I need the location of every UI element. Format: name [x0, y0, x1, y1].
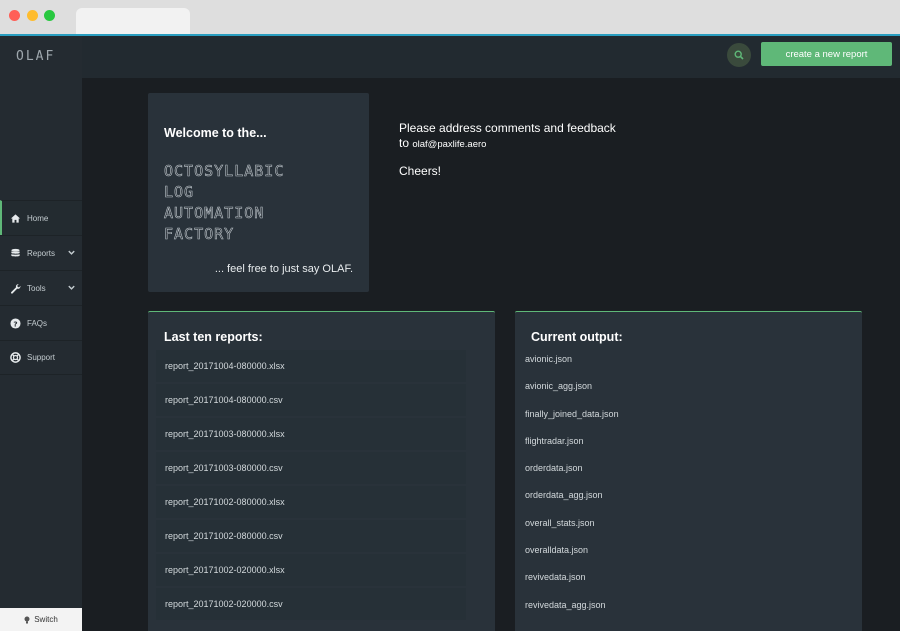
sidebar-item-faqs[interactable]: ? FAQs	[0, 305, 82, 340]
browser-tab[interactable]	[76, 8, 190, 34]
welcome-card: Welcome to the... OCTOSYLLABIC LOG AUTOM…	[148, 93, 369, 292]
report-link[interactable]: report_20171004-080000.csv	[156, 384, 466, 416]
chevron-down-icon[interactable]	[67, 283, 76, 292]
welcome-tagline: ... feel free to just say OLAF.	[214, 263, 353, 275]
reports-panel: Last ten reports: report_20171004-080000…	[148, 311, 495, 631]
lifebuoy-icon	[10, 352, 21, 363]
svg-text:?: ?	[13, 319, 17, 328]
close-window-dot[interactable]	[9, 10, 20, 21]
output-file-link[interactable]: avionic_agg.json	[525, 379, 619, 406]
sidebar-item-label: Home	[27, 213, 49, 223]
output-file-link[interactable]: finally_joined_data.json	[525, 407, 619, 434]
feedback-note: Please address comments and feedback to …	[399, 121, 616, 178]
acronym-word: AUTOMATION	[164, 204, 265, 223]
wrench-icon	[11, 283, 21, 294]
top-bar: create a new report	[82, 36, 900, 78]
minimize-window-dot[interactable]	[27, 10, 38, 21]
reports-panel-title: Last ten reports:	[164, 330, 263, 344]
chevron-down-icon[interactable]	[67, 248, 76, 257]
sidebar-nav: Home Reports Tools ? FAQs Support	[0, 200, 82, 375]
sidebar-item-label: Support	[27, 353, 56, 362]
output-file-link[interactable]: overall_stats.json	[525, 516, 619, 543]
app-area: OLAF Home Reports Tools ? FAQs Support S…	[0, 36, 900, 631]
output-file-link[interactable]: overalldata.json	[525, 543, 619, 570]
sidebar-item-home[interactable]: Home	[0, 200, 82, 235]
sidebar-item-support[interactable]: Support	[0, 340, 82, 375]
report-link[interactable]: report_20171003-080000.csv	[156, 452, 466, 484]
sidebar-item-reports[interactable]: Reports	[0, 235, 82, 270]
switch-label: Switch	[34, 615, 58, 624]
sidebar-item-label: Tools	[27, 283, 46, 293]
sidebar-item-tools[interactable]: Tools	[0, 270, 82, 305]
sidebar-item-label: FAQs	[27, 318, 48, 328]
output-list: avionic.json avionic_agg.json finally_jo…	[525, 352, 619, 625]
output-file-link[interactable]: orderdata.json	[525, 461, 619, 488]
lightbulb-icon	[24, 616, 30, 623]
report-link[interactable]: report_20171003-080000.xlsx	[156, 418, 466, 450]
output-file-link[interactable]: avionic.json	[525, 352, 619, 379]
sidebar-item-label: Reports	[27, 248, 56, 258]
output-panel: Current output: avionic.json avionic_agg…	[515, 311, 862, 631]
feedback-email-link[interactable]: olaf@paxlife.aero	[412, 139, 486, 150]
feedback-contact: to olaf@paxlife.aero	[399, 136, 616, 150]
search-icon	[734, 50, 744, 60]
browser-chrome	[0, 0, 900, 36]
app-logo[interactable]: OLAF	[16, 49, 55, 64]
olaf-acronym: OCTOSYLLABIC LOG AUTOMATION FACTORY	[164, 161, 284, 245]
welcome-title: Welcome to the...	[164, 126, 267, 140]
database-icon	[11, 248, 20, 256]
sidebar: OLAF Home Reports Tools ? FAQs Support S…	[0, 36, 82, 631]
output-file-link[interactable]: orderdata_agg.json	[525, 488, 619, 515]
create-report-button[interactable]: create a new report	[761, 42, 892, 66]
report-list: report_20171004-080000.xlsx report_20171…	[156, 350, 466, 622]
maximize-window-dot[interactable]	[44, 10, 55, 21]
output-panel-title: Current output:	[531, 330, 623, 344]
report-link[interactable]: report_20171004-080000.xlsx	[156, 350, 466, 382]
report-link[interactable]: report_20171002-080000.csv	[156, 520, 466, 552]
report-link[interactable]: report_20171002-080000.xlsx	[156, 486, 466, 518]
switch-button[interactable]: Switch	[0, 608, 82, 631]
question-icon: ?	[10, 317, 21, 329]
acronym-word: OCTOSYLLABIC	[164, 162, 285, 181]
acronym-word: FACTORY	[164, 225, 235, 244]
report-link[interactable]: report_20171002-020000.csv	[156, 588, 466, 620]
acronym-word: LOG	[164, 183, 195, 202]
feedback-text: Please address comments and feedback	[399, 121, 616, 135]
search-button[interactable]	[727, 43, 751, 67]
output-file-link[interactable]: revivedata_agg.json	[525, 598, 619, 625]
output-file-link[interactable]: revivedata.json	[525, 570, 619, 597]
output-file-link[interactable]: flightradar.json	[525, 434, 619, 461]
feedback-signoff: Cheers!	[399, 164, 442, 178]
home-icon	[10, 213, 21, 223]
report-link[interactable]: report_20171002-020000.xlsx	[156, 554, 466, 586]
feedback-to: to	[399, 136, 410, 150]
